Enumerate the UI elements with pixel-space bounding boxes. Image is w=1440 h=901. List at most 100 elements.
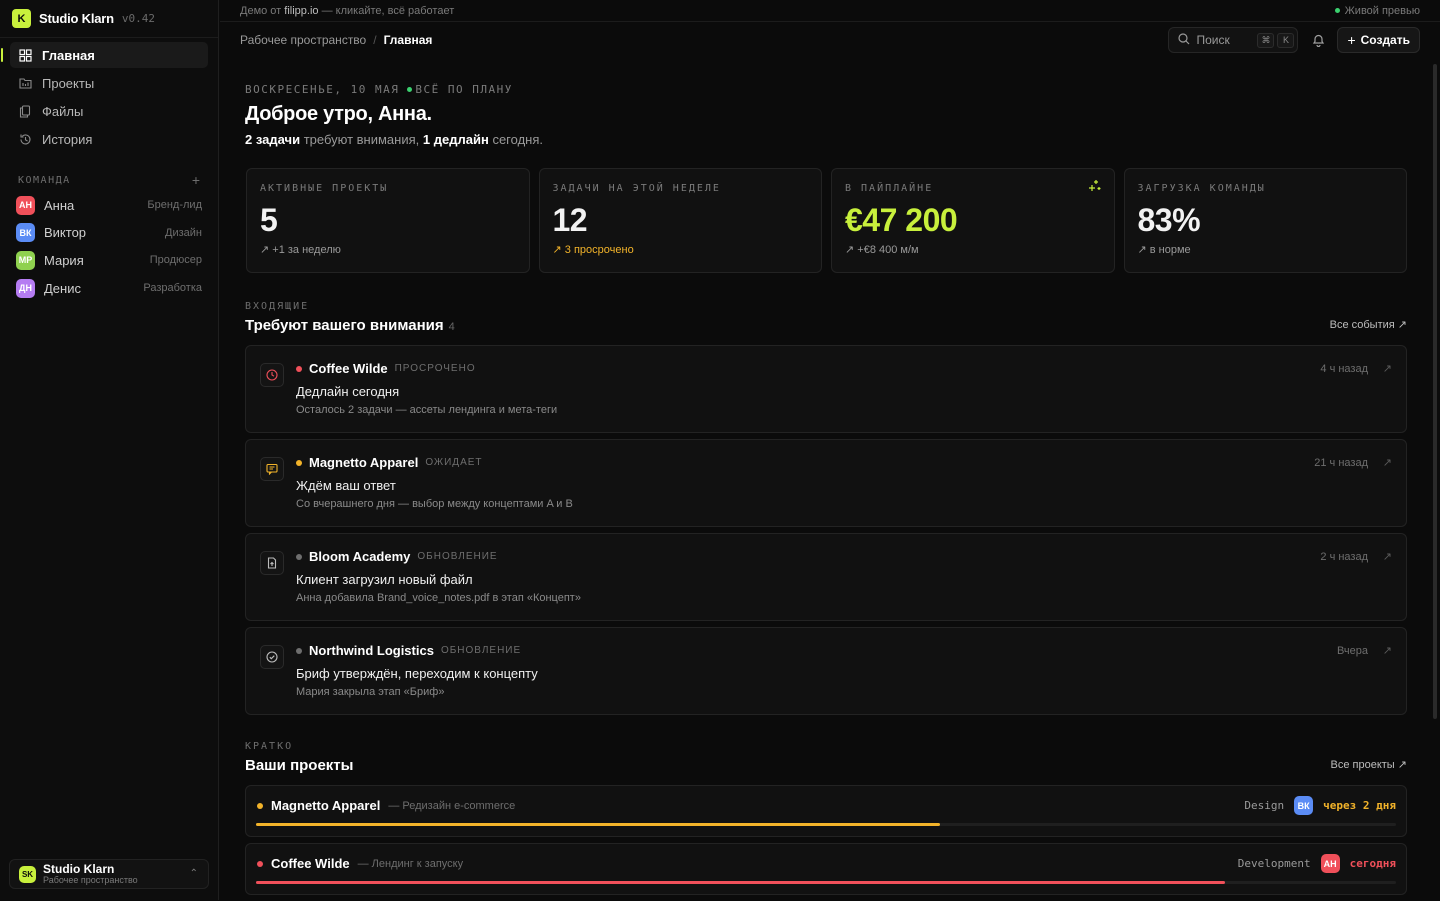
avatar: ВК — [1294, 796, 1314, 815]
inbox-desc: Анна добавила Brand_voice_notes.pdf в эт… — [296, 592, 581, 604]
team-list: АН Анна Бренд-лид ВК Виктор Дизайн МР Ма… — [0, 188, 218, 301]
member-role: Разработка — [143, 282, 202, 295]
search-icon — [1178, 32, 1190, 48]
avatar: ДН — [16, 278, 35, 298]
project-progress-track — [256, 881, 1396, 884]
trend-up-icon: ↗ — [1137, 243, 1147, 256]
stat-delta-text: +€8 400 м/м — [857, 243, 919, 256]
search-button[interactable]: Поиск ⌘ K — [1168, 27, 1299, 53]
arrow-up-right-icon[interactable]: ↗ — [1383, 362, 1392, 375]
hero-date: ВОСКРЕСЕНЬЕ, 10 МАЯ — [245, 82, 400, 96]
arrow-up-right-icon[interactable]: ↗ — [1383, 456, 1392, 469]
project-name: Coffee Wilde — [271, 856, 350, 871]
trend-up-icon: ↗ — [552, 243, 562, 256]
project-progress-fill — [256, 881, 1225, 884]
inbox-title: Ждём ваш ответ — [296, 478, 396, 493]
nav-item-history[interactable]: История — [10, 126, 208, 152]
inbox-item[interactable]: Bloom Academy ОБНОВЛЕНИЕ Клиент загрузил… — [245, 533, 1407, 621]
inbox-list: Coffee Wilde ПРОСРОЧЕНО Дедлайн сегодня … — [245, 345, 1407, 715]
stats-row: АКТИВНЫЕ ПРОЕКТЫ 5 ↗ +1 за неделю ЗАДАЧИ… — [246, 168, 1407, 273]
breadcrumb-root[interactable]: Рабочее пространство — [240, 33, 366, 47]
stat-card-active-projects[interactable]: АКТИВНЫЕ ПРОЕКТЫ 5 ↗ +1 за неделю — [246, 168, 530, 273]
inbox-title: Клиент загрузил новый файл — [296, 572, 473, 587]
arrow-up-right-icon[interactable]: ↗ — [1383, 644, 1392, 657]
tasks-text: требуют внимания, — [303, 132, 420, 147]
chevron-updown-icon: ⌃ — [189, 868, 198, 879]
member-role: Дизайн — [165, 226, 202, 239]
all-projects-link[interactable]: Все проекты ↗ — [1331, 758, 1407, 771]
stat-card-pipeline[interactable]: В ПАЙПЛАЙНЕ €47 200 ↗ +€8 400 м/м — [831, 168, 1115, 273]
create-label: Создать — [1360, 33, 1410, 47]
deadline-text: сегодня. — [492, 132, 543, 147]
plus-icon[interactable]: + — [192, 172, 200, 188]
arrow-up-right-icon[interactable]: ↗ — [1383, 550, 1392, 563]
nav-item-files[interactable]: Файлы — [10, 98, 208, 124]
stat-delta: ↗ 3 просрочено — [553, 243, 809, 256]
project-card[interactable]: Coffee Wilde — Лендинг к запуску Develop… — [245, 843, 1407, 895]
greeting: Доброе утро, Анна. — [245, 103, 432, 125]
brand[interactable]: K Studio Klarn v0.42 — [0, 0, 218, 38]
nav-item-projects[interactable]: Проекты — [10, 70, 208, 96]
inbox-item[interactable]: Coffee Wilde ПРОСРОЧЕНО Дедлайн сегодня … — [245, 345, 1407, 433]
stat-delta-text: +1 за неделю — [272, 243, 341, 256]
scrollbar[interactable] — [1433, 64, 1437, 719]
project-stage: Design — [1244, 799, 1285, 812]
status-dot-icon — [296, 553, 302, 560]
stat-delta-text: в норме — [1149, 243, 1191, 256]
hero-date-row: ВОСКРЕСЕНЬЕ, 10 МАЯ ВСЁ ПО ПЛАНУ — [245, 80, 1407, 98]
bell-icon[interactable] — [1309, 31, 1327, 49]
stat-label: ЗАГРУЗКА КОМАНДЫ — [1137, 183, 1266, 194]
breadcrumb: Рабочее пространство / Главная — [240, 33, 432, 47]
team-title: КОМАНДА — [18, 174, 71, 186]
project-desc: — Редизайн e-commerce — [388, 799, 516, 812]
inbox-kicker: ВХОДЯЩИЕ — [245, 301, 310, 312]
create-button[interactable]: + Создать — [1337, 27, 1420, 53]
team-member[interactable]: АН Анна Бренд-лид — [10, 192, 208, 218]
project-card[interactable]: Magnetto Apparel — Редизайн e-commerce D… — [245, 785, 1407, 837]
inbox-time: 21 ч назад — [1314, 457, 1368, 469]
member-name: Денис — [44, 280, 81, 296]
inbox-status: ОБНОВЛЕНИЕ — [417, 551, 498, 562]
sidebar: K Studio Klarn v0.42 Главная Проекты Фай… — [0, 0, 219, 900]
sparkles-icon — [1088, 179, 1102, 196]
inbox-item[interactable]: Northwind Logistics ОБНОВЛЕНИЕ Бриф утве… — [245, 627, 1407, 715]
team-member[interactable]: ДН Денис Разработка — [10, 275, 208, 301]
demo-site-link[interactable]: filipp.io — [284, 5, 318, 17]
team-member[interactable]: МР Мария Продюсер — [10, 247, 208, 273]
breadcrumb-separator: / — [373, 33, 377, 47]
project-progress-fill — [256, 823, 940, 826]
all-events-link[interactable]: Все события ↗ — [1330, 318, 1407, 331]
stat-value: 5 — [260, 202, 278, 238]
inbox-client: Magnetto Apparel — [309, 455, 419, 470]
avatar: ВК — [16, 223, 35, 243]
workspace-label: Рабочее пространство — [43, 874, 138, 885]
project-due: через 2 дня — [1323, 799, 1396, 812]
team-member[interactable]: ВК Виктор Дизайн — [10, 220, 208, 246]
nav-label: История — [42, 131, 93, 147]
stat-card-weekly-tasks[interactable]: ЗАДАЧИ НА ЭТОЙ НЕДЕЛЕ 12 ↗ 3 просрочено — [538, 168, 822, 273]
inbox-item[interactable]: Magnetto Apparel ОЖИДАЕТ Ждём ваш ответ … — [245, 439, 1407, 527]
inbox-title-text: Требуют вашего внимания — [245, 317, 444, 334]
stat-delta-text: 3 просрочено — [564, 243, 634, 256]
workspace-switcher[interactable]: SK Studio Klarn Рабочее пространство ⌃ — [9, 859, 209, 889]
file-upload-icon — [260, 551, 284, 575]
grid-icon — [18, 48, 32, 62]
trend-up-icon: ↗ — [260, 243, 270, 256]
inbox-desc: Мария закрыла этап «Бриф» — [296, 686, 445, 698]
demo-banner: Демо от filipp.io — кликайте, всё работа… — [220, 0, 1440, 22]
inbox-status: ПРОСРОЧЕНО — [394, 363, 476, 374]
stat-card-team-load[interactable]: ЗАГРУЗКА КОМАНДЫ 83% ↗ в норме — [1123, 168, 1407, 273]
stat-label: АКТИВНЫЕ ПРОЕКТЫ — [260, 183, 389, 194]
kbd-k: K — [1277, 32, 1295, 48]
inbox-client: Bloom Academy — [309, 549, 411, 564]
check-circle-icon — [260, 645, 284, 669]
projects-title: Ваши проекты — [245, 757, 354, 774]
stat-label: В ПАЙПЛАЙНЕ — [845, 183, 934, 194]
hero-status: ВСЁ ПО ПЛАНУ — [415, 82, 513, 96]
inbox-client: Coffee Wilde — [309, 361, 388, 376]
hero-summary: 2 задачи требуют внимания, 1 дедлайн сег… — [245, 132, 1407, 147]
stat-delta: ↗ в норме — [1138, 243, 1394, 256]
nav-item-home[interactable]: Главная — [1, 42, 208, 68]
status-dot-icon — [296, 365, 302, 372]
page-header: Рабочее пространство / Главная Поиск ⌘ K… — [220, 22, 1440, 58]
